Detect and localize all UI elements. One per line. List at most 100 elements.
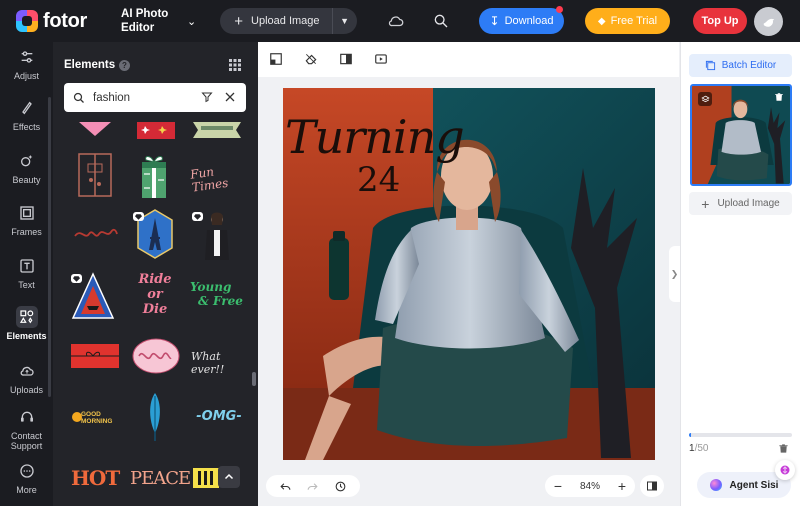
rail-item-text[interactable]: Text — [0, 255, 53, 290]
close-icon[interactable] — [224, 91, 236, 103]
sticker-ribbon-banner[interactable] — [193, 122, 241, 138]
elements-panel: Elements ? Fun Times Ride or Die Young &… — [53, 42, 258, 506]
effects-icon — [16, 97, 38, 119]
zoom-out-button[interactable]: − — [554, 478, 562, 494]
chevron-up-icon — [224, 473, 234, 480]
batch-progress-bar — [689, 433, 792, 437]
canvas-title-line2[interactable]: 24 — [357, 160, 400, 200]
app-name[interactable]: AI Photo Editor — [121, 7, 173, 35]
rail-label: More — [16, 485, 37, 495]
sticker-good-morning[interactable]: GOOD MORNING — [69, 406, 117, 430]
compare-view-button[interactable] — [640, 475, 664, 497]
elements-search-input[interactable] — [93, 91, 193, 104]
upload-image-secondary-button[interactable]: + Upload Image — [689, 192, 792, 215]
sticker-pink-heart[interactable] — [77, 122, 113, 138]
canvas-title-line1[interactable]: Turning — [285, 110, 465, 164]
rail-item-adjust[interactable]: Adjust — [0, 46, 53, 81]
sticker-gift-box-outline[interactable] — [75, 148, 115, 198]
free-trial-button[interactable]: ◆ Free Trial — [585, 8, 670, 34]
upload-image-secondary-label: Upload Image — [717, 198, 780, 209]
sticker-fun-times[interactable]: Fun Times — [189, 161, 246, 195]
sticker-feather[interactable] — [147, 392, 163, 442]
ai-assistant-bubble[interactable] — [775, 460, 795, 480]
sticker-red-gift-card[interactable] — [69, 340, 121, 370]
sticker-fashion-woman[interactable] — [201, 210, 233, 262]
right-panel: Batch Editor + Upload Image 1/50 Agent S… — [680, 42, 800, 506]
search-icon[interactable] — [433, 13, 449, 29]
image-thumbnail[interactable] — [690, 84, 792, 186]
expand-right-panel-button[interactable]: ❯ — [669, 246, 680, 302]
rail-scrollbar[interactable] — [48, 97, 51, 397]
rail-item-elements[interactable]: Elements — [0, 306, 53, 341]
filter-icon[interactable] — [201, 91, 213, 103]
split-view-icon — [647, 481, 657, 491]
rail-label: Text — [18, 280, 35, 290]
top-up-label: Top Up — [701, 15, 739, 27]
free-text: & Free — [198, 294, 243, 308]
history-controls — [266, 475, 360, 497]
premium-diamond-icon — [192, 212, 203, 221]
download-label: Download — [504, 15, 554, 27]
sticker-red-gift-bow[interactable] — [135, 122, 177, 140]
layers-icon[interactable] — [698, 92, 712, 106]
sticker-pink-doodle-oval[interactable] — [131, 336, 181, 376]
premium-diamond-icon — [133, 212, 144, 221]
video-icon[interactable] — [374, 52, 388, 66]
sticker-hot[interactable]: HOT — [71, 466, 120, 490]
history-icon[interactable] — [334, 480, 347, 493]
upload-group: + Upload Image ▼ — [220, 8, 357, 34]
rail-item-effects[interactable]: Effects — [0, 97, 53, 132]
batch-editor-button[interactable]: Batch Editor — [689, 54, 792, 77]
sticker-green-gift-box[interactable] — [139, 148, 169, 200]
frame-icon — [16, 202, 38, 224]
sticker-red-script[interactable] — [73, 224, 119, 244]
download-button[interactable]: ↧ Download — [479, 6, 564, 34]
notification-dot — [556, 6, 563, 13]
delete-thumbnail-icon[interactable] — [774, 92, 784, 102]
rail-item-beauty[interactable]: Beauty — [0, 150, 53, 185]
cloud-icon[interactable] — [387, 12, 405, 30]
sticker-whatever[interactable]: What ever!! — [191, 350, 247, 376]
user-avatar[interactable] — [754, 7, 783, 36]
grid-icon[interactable] — [229, 59, 241, 71]
sticker-omg[interactable]: -OMG- — [191, 409, 247, 424]
cloud-upload-icon — [16, 360, 38, 382]
upload-image-button[interactable]: + Upload Image — [220, 8, 333, 34]
zoom-level: 84% — [579, 480, 600, 492]
canvas-photo[interactable]: Turning 24 — [283, 88, 655, 460]
rail-item-contact-support[interactable]: Contact Support — [0, 406, 53, 451]
premium-diamond-icon — [71, 274, 82, 283]
zoom-in-button[interactable]: + — [618, 478, 626, 494]
sliders-icon — [16, 46, 38, 68]
panel-scrollbar[interactable] — [252, 372, 256, 386]
upload-dropdown-chevron-icon[interactable]: ▼ — [333, 16, 357, 26]
rail-label: Frames — [11, 227, 42, 237]
rail-item-frames[interactable]: Frames — [0, 202, 53, 237]
sticker-gold-stripes[interactable] — [193, 468, 219, 488]
image-count-total: /50 — [694, 443, 709, 454]
trash-icon[interactable] — [778, 443, 789, 454]
redo-icon[interactable] — [306, 480, 319, 493]
image-count: 1/50 — [689, 443, 708, 454]
compare-icon[interactable] — [339, 52, 353, 66]
agent-orb-icon — [709, 479, 722, 491]
sticker-peace[interactable]: PEACE — [130, 468, 191, 489]
rail-item-more[interactable]: More — [0, 460, 53, 495]
more-icon — [16, 460, 38, 482]
resize-icon[interactable] — [269, 52, 283, 66]
panel-title: Elements — [64, 59, 116, 71]
undo-icon[interactable] — [279, 480, 292, 493]
rail-item-uploads[interactable]: Uploads — [0, 360, 53, 395]
sticker-young-free[interactable]: Young & Free — [190, 280, 244, 308]
top-up-button[interactable]: Top Up — [693, 8, 747, 34]
info-icon[interactable]: ? — [119, 60, 130, 71]
fotor-logo[interactable]: fotor — [16, 10, 87, 33]
top-bar: fotor AI Photo Editor ⌄ + Upload Image ▼ — [0, 0, 800, 42]
batch-icon — [705, 60, 715, 71]
fotor-logo-icon — [16, 10, 38, 32]
sticker-ride-or-die[interactable]: Ride or Die — [131, 272, 179, 317]
scroll-to-top-button[interactable] — [218, 466, 240, 488]
logo-text: fotor — [43, 9, 88, 32]
eraser-icon[interactable] — [304, 52, 318, 66]
chevron-down-icon[interactable]: ⌄ — [187, 15, 196, 28]
